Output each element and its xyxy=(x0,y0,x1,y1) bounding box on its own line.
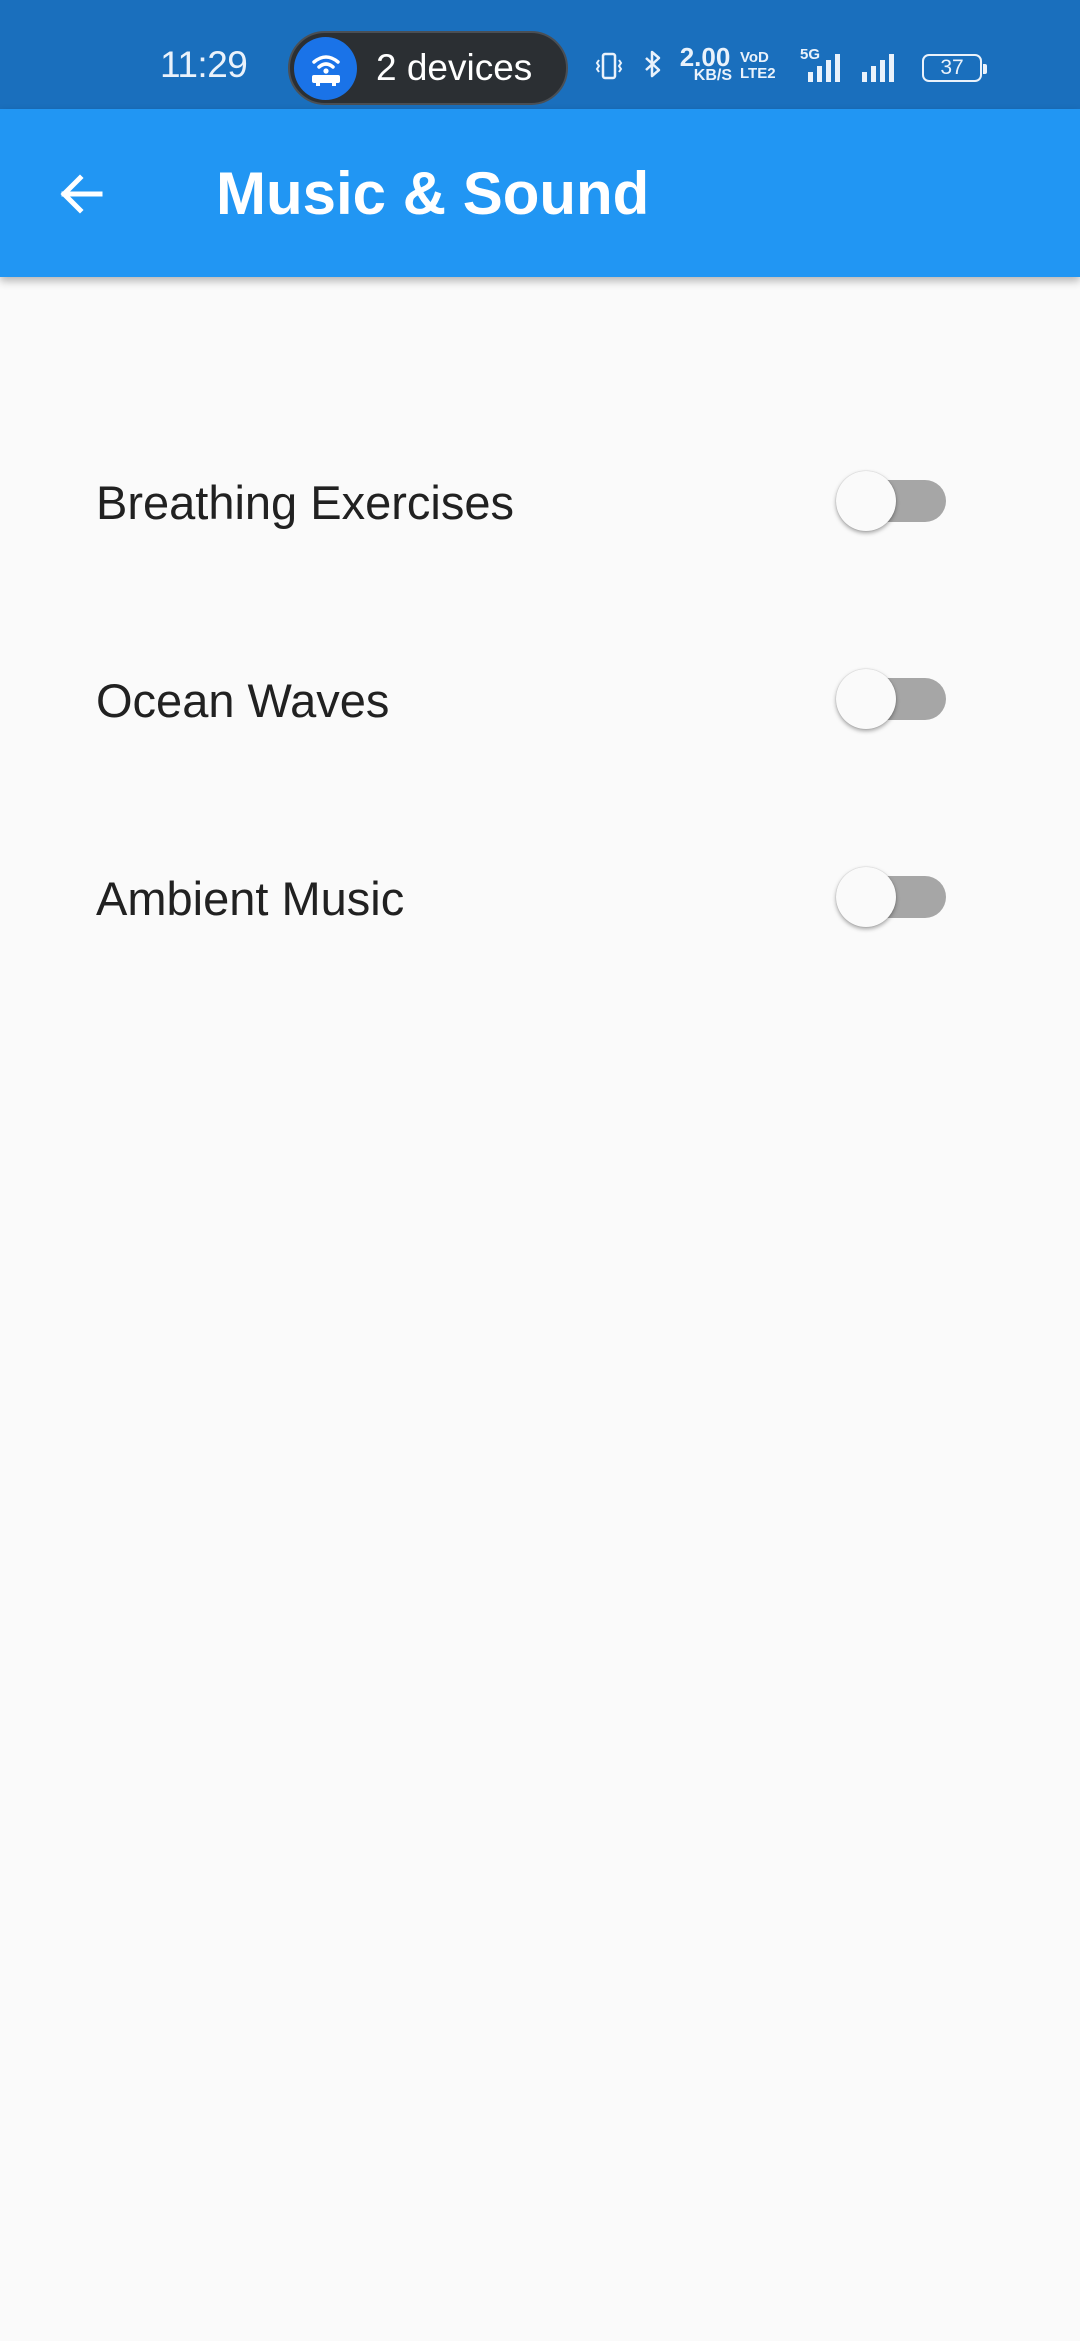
setting-row-breathing-exercises[interactable]: Breathing Exercises xyxy=(0,439,1080,559)
toggle-thumb xyxy=(836,471,896,531)
setting-label: Ocean Waves xyxy=(96,674,390,727)
battery-icon: 37 xyxy=(922,54,987,82)
volte-top-label: VoD xyxy=(740,49,769,66)
status-time: 11:29 xyxy=(160,44,248,85)
setting-row-ocean-waves[interactable]: Ocean Waves xyxy=(0,637,1080,757)
arrow-back-icon xyxy=(60,174,103,214)
battery-level: 37 xyxy=(940,56,964,79)
toggle-thumb xyxy=(836,867,896,927)
ocean-waves-toggle[interactable] xyxy=(836,669,946,729)
vibrate-icon xyxy=(594,48,624,93)
setting-label: Ambient Music xyxy=(96,872,405,925)
hotspot-devices-label: 2 devices xyxy=(376,47,533,88)
back-button[interactable] xyxy=(48,161,114,227)
hotspot-icon xyxy=(294,37,357,100)
bluetooth-icon xyxy=(640,48,666,93)
volte-indicator: VoD LTE2 xyxy=(740,50,778,82)
breathing-exercises-toggle[interactable] xyxy=(836,471,946,531)
toggle-thumb xyxy=(836,669,896,729)
network-type-label: 5G xyxy=(800,46,821,63)
volte-bottom-label: LTE2 xyxy=(740,65,776,82)
ambient-music-toggle[interactable] xyxy=(836,867,946,927)
signal-5g-icon: 5G xyxy=(800,46,852,93)
setting-row-ambient-music[interactable]: Ambient Music xyxy=(0,835,1080,955)
setting-label: Breathing Exercises xyxy=(96,476,514,529)
hotspot-indicator[interactable]: 2 devices xyxy=(288,31,568,105)
signal-icon xyxy=(860,48,910,93)
page-title: Music & Sound xyxy=(216,160,650,227)
app-bar: Music & Sound xyxy=(0,109,1080,277)
status-bar: 11:29 2 devices 2.00 KB/S VoD LTE2 5G 37 xyxy=(0,0,1080,109)
network-speed: 2.00 KB/S xyxy=(678,44,732,84)
